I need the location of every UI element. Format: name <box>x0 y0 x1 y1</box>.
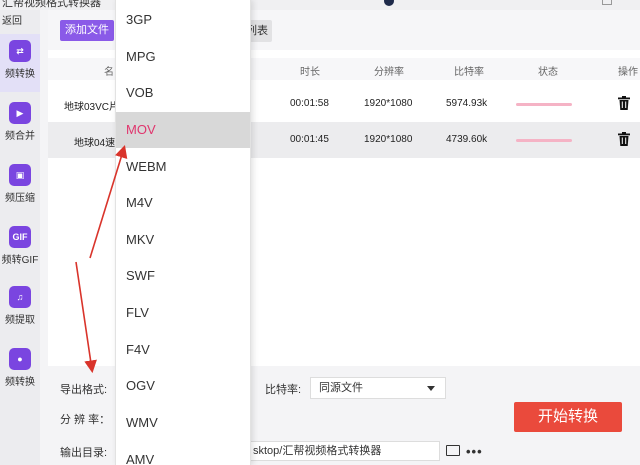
file-resolution: 1920*1080 <box>364 98 413 109</box>
format-option[interactable]: MKV <box>116 222 250 258</box>
format-option[interactable]: AMV <box>116 442 250 465</box>
file-name: 地球03VC片 <box>64 102 120 113</box>
file-bitrate: 5974.93k <box>446 98 488 109</box>
video-merge-icon: ▶ <box>9 102 31 124</box>
sidebar-item-video-compress[interactable]: ▣ 频压缩 <box>0 158 40 216</box>
folder-icon[interactable] <box>446 445 460 456</box>
format-option[interactable]: VOB <box>116 75 250 111</box>
status-progress-bar <box>516 139 572 142</box>
video-convert-icon: ⇄ <box>9 40 31 62</box>
column-duration: 时长 <box>300 67 320 78</box>
logo-icon <box>384 0 394 6</box>
status-progress-bar <box>516 103 572 106</box>
gif-icon: GIF <box>9 226 31 248</box>
add-file-button[interactable]: 添加文件 <box>60 20 114 41</box>
format-option[interactable]: WEBM <box>116 149 250 185</box>
sidebar-item-label: 频转换 <box>5 377 35 388</box>
output-dir-field[interactable]: sktop/汇帮视频格式转换器 <box>248 441 440 461</box>
sidebar-item-audio-convert[interactable]: ● 频转换 <box>0 342 40 400</box>
export-format-label: 导出格式: <box>60 384 108 396</box>
bitrate-value: 同源文件 <box>319 382 363 394</box>
format-option[interactable]: M4V <box>116 185 250 221</box>
title-bar: 汇帮视频格式转换器 <box>0 0 640 10</box>
file-resolution: 1920*1080 <box>364 134 413 145</box>
bitrate-select[interactable]: 同源文件 <box>310 377 446 399</box>
window-title: 汇帮视频格式转换器 <box>2 0 101 9</box>
sidebar-item-label: 频合并 <box>5 131 35 142</box>
output-dir-label: 输出目录: <box>60 447 108 459</box>
format-dropdown: 3GP MPG VOB MOV WEBM M4V MKV SWF FLV F4V… <box>115 0 251 465</box>
file-duration: 00:01:45 <box>290 134 329 145</box>
column-action: 操作 <box>618 67 638 78</box>
start-convert-button[interactable]: 开始转换 <box>514 402 622 432</box>
trash-icon[interactable] <box>618 132 630 146</box>
microphone-icon: ● <box>9 348 31 370</box>
video-compress-icon: ▣ <box>9 164 31 186</box>
app-window: 汇帮视频格式转换器 返回 ⇄ 频转换 ▶ 频合并 ▣ 频压缩 GIF 频转GIF… <box>0 0 640 465</box>
sidebar-item-audio-extract[interactable]: ♫ 频提取 <box>0 280 40 338</box>
format-option[interactable]: 3GP <box>116 2 250 38</box>
bitrate-label: 比特率: <box>265 384 302 396</box>
more-icon[interactable]: ••• <box>466 444 483 459</box>
format-option[interactable]: SWF <box>116 258 250 294</box>
column-name: 名 <box>104 67 114 78</box>
format-option[interactable]: OGV <box>116 368 250 404</box>
sidebar-item-video-merge[interactable]: ▶ 频合并 <box>0 96 40 154</box>
sidebar-item-label: 频提取 <box>5 315 35 326</box>
file-name: 地球04速 <box>74 138 116 149</box>
file-bitrate: 4739.60k <box>446 134 488 145</box>
sidebar-item-label: 频转换 <box>5 69 35 80</box>
format-option[interactable]: MPG <box>116 39 250 75</box>
resolution-label: 分 辨 率： <box>60 414 111 426</box>
format-option-selected[interactable]: MOV <box>116 112 250 148</box>
sidebar-item-label: 频压缩 <box>5 193 35 204</box>
format-option[interactable]: WMV <box>116 405 250 441</box>
file-duration: 00:01:58 <box>290 98 329 109</box>
sidebar-item-label: 频转GIF <box>1 255 39 266</box>
back-button[interactable]: 返回 <box>0 12 40 32</box>
maximize-icon[interactable] <box>602 0 612 5</box>
format-option[interactable]: FLV <box>116 295 250 331</box>
trash-icon[interactable] <box>618 96 630 110</box>
sidebar-item-video-convert[interactable]: ⇄ 频转换 <box>0 34 40 92</box>
format-option[interactable]: F4V <box>116 332 250 368</box>
column-resolution: 分辨率 <box>374 67 404 78</box>
sidebar-item-video-gif[interactable]: GIF 频转GIF <box>0 220 40 278</box>
music-extract-icon: ♫ <box>9 286 31 308</box>
column-status: 状态 <box>538 67 558 78</box>
chevron-down-icon <box>427 386 435 391</box>
sidebar: 返回 ⇄ 频转换 ▶ 频合并 ▣ 频压缩 GIF 频转GIF ♫ 频提取 ● 频… <box>0 10 40 465</box>
column-bitrate: 比特率 <box>454 67 484 78</box>
